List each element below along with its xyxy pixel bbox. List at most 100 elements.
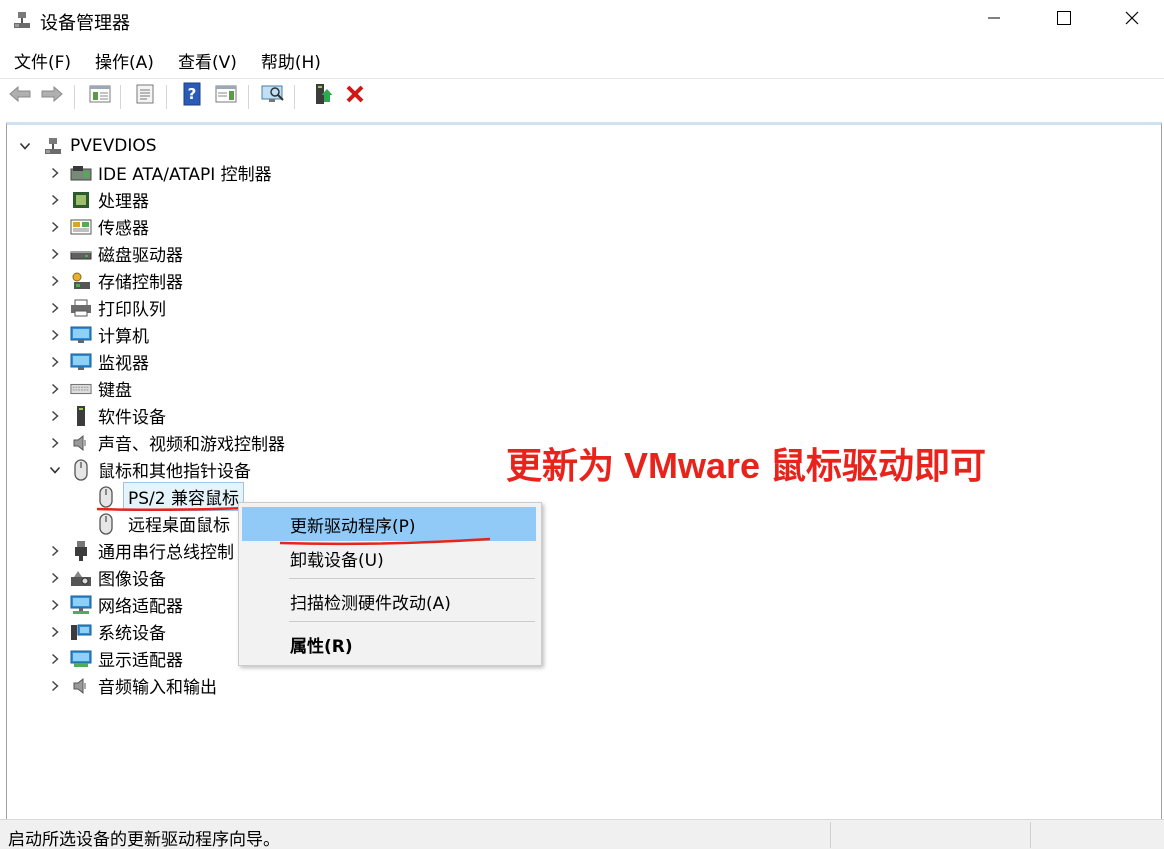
chevron-right-icon[interactable] [47,192,63,208]
action-pane-button[interactable] [212,82,240,110]
chevron-right-icon[interactable] [47,300,63,316]
toolbar-separator [294,85,295,109]
close-icon [1124,10,1140,31]
tree-category-monitor[interactable]: 监视器 [47,348,149,375]
device-manager-icon [12,10,32,30]
tree-category-sound[interactable]: 声音、视频和游戏控制器 [47,429,285,456]
uninstall-button[interactable] [341,82,369,110]
printer-icon [70,297,92,319]
tree-category-label: 系统设备 [98,624,166,644]
tree-category-network[interactable]: 网络适配器 [47,591,183,618]
menu-action[interactable]: 操作(A) [83,45,166,75]
menu-help[interactable]: 帮助(H) [249,45,333,75]
usb-icon [70,540,92,562]
back-arrow-icon [8,84,32,109]
tree-category-ide[interactable]: IDE ATA/ATAPI 控制器 [47,159,272,186]
tree-category-processor[interactable]: 处理器 [47,186,149,213]
chevron-right-icon[interactable] [47,273,63,289]
title-bar: 设备管理器 [0,0,1164,40]
tree-category-label: IDE ATA/ATAPI 控制器 [98,165,272,185]
menu-separator [289,578,535,579]
window-title: 设备管理器 [40,13,130,34]
tree-category-keyboard[interactable]: 键盘 [47,375,132,402]
ide-controller-icon [70,162,92,184]
tree-category-system[interactable]: 系统设备 [47,618,166,645]
tree-root-label: PVEVDIOS [70,135,157,156]
menu-item-properties[interactable]: 属性(R) [242,627,536,661]
computer-root-icon [42,135,64,157]
software-device-icon [70,405,92,427]
chevron-down-icon[interactable] [47,462,63,478]
show-hide-tree-icon [88,83,112,110]
tree-category-label: 图像设备 [98,570,166,590]
chevron-right-icon[interactable] [47,327,63,343]
chevron-right-icon[interactable] [47,543,63,559]
network-adapter-icon [70,594,92,616]
menu-item-scan-hardware[interactable]: 扫描检测硬件改动(A) [242,584,536,618]
tree-category-disk[interactable]: 磁盘驱动器 [47,240,183,267]
close-button[interactable] [1098,0,1164,40]
chevron-right-icon[interactable] [47,651,63,667]
chevron-right-icon[interactable] [47,408,63,424]
tree-category-computer[interactable]: 计算机 [47,321,149,348]
toolbar-separator [74,85,75,109]
chevron-right-icon[interactable] [47,246,63,262]
tree-category-label: 软件设备 [98,408,166,428]
tree-category-usb[interactable]: 通用串行总线控制 [47,537,234,564]
context-menu: 更新驱动程序(P) 卸载设备(U) 扫描检测硬件改动(A) 属性(R) [238,502,542,666]
monitor-icon [70,351,92,373]
menu-view[interactable]: 查看(V) [166,45,249,75]
chevron-right-icon[interactable] [47,435,63,451]
tree-category-label: 计算机 [98,327,149,347]
scan-hardware-button[interactable] [259,82,287,110]
menu-item-label: 扫描检测硬件改动(A) [290,593,451,614]
keyboard-icon [70,378,92,400]
tree-device-rdp-mouse[interactable]: 远程桌面鼠标 [95,510,230,537]
tree-category-mouse[interactable]: 鼠标和其他指针设备 [47,456,251,483]
chevron-right-icon[interactable] [47,165,63,181]
disk-drive-icon [70,243,92,265]
tree-category-audio-io[interactable]: 音频输入和输出 [47,672,217,699]
menu-file[interactable]: 文件(F) [0,45,83,75]
tree-category-label: 鼠标和其他指针设备 [98,462,251,482]
tree-category-label: 处理器 [98,192,149,212]
sensor-icon [70,216,92,238]
tree-category-display[interactable]: 显示适配器 [47,645,183,672]
tree-category-printer[interactable]: 打印队列 [47,294,166,321]
computer-icon [70,324,92,346]
chevron-right-icon[interactable] [47,624,63,640]
tree-category-storage[interactable]: 存储控制器 [47,267,183,294]
back-button[interactable] [6,82,34,110]
tree-category-label: 显示适配器 [98,651,183,671]
svg-text:?: ? [188,85,197,103]
mouse-icon [95,512,117,535]
show-hide-tree-button[interactable] [86,82,114,110]
properties-button[interactable] [131,82,159,110]
chevron-right-icon[interactable] [47,354,63,370]
chevron-right-icon[interactable] [47,219,63,235]
audio-io-icon [70,675,92,697]
forward-button[interactable] [38,82,66,110]
update-driver-button[interactable] [308,82,336,110]
chevron-right-icon[interactable] [47,597,63,613]
tree-root[interactable]: PVEVDIOS [17,132,157,159]
uninstall-icon [344,83,366,110]
display-adapter-icon [70,648,92,670]
tree-category-software[interactable]: 软件设备 [47,402,166,429]
chevron-down-icon[interactable] [17,138,33,154]
chevron-right-icon[interactable] [47,570,63,586]
toolbar: ? [0,78,1164,115]
menu-bar: 文件(F) 操作(A) 查看(V) 帮助(H) [0,45,333,75]
tree-category-sensor[interactable]: 传感器 [47,213,149,240]
chevron-right-icon[interactable] [47,678,63,694]
tree-category-label: 磁盘驱动器 [98,246,183,266]
chevron-right-icon[interactable] [47,381,63,397]
annotation-text: 更新为 VMware 鼠标驱动即可 [506,445,987,486]
help-button[interactable]: ? [178,82,206,110]
minimize-button[interactable] [960,0,1028,40]
tree-category-label: 键盘 [98,381,132,401]
tree-category-label: 声音、视频和游戏控制器 [98,435,285,455]
maximize-button[interactable] [1030,0,1098,40]
annotation-underline-menu [279,537,491,546]
tree-category-imaging[interactable]: 图像设备 [47,564,166,591]
